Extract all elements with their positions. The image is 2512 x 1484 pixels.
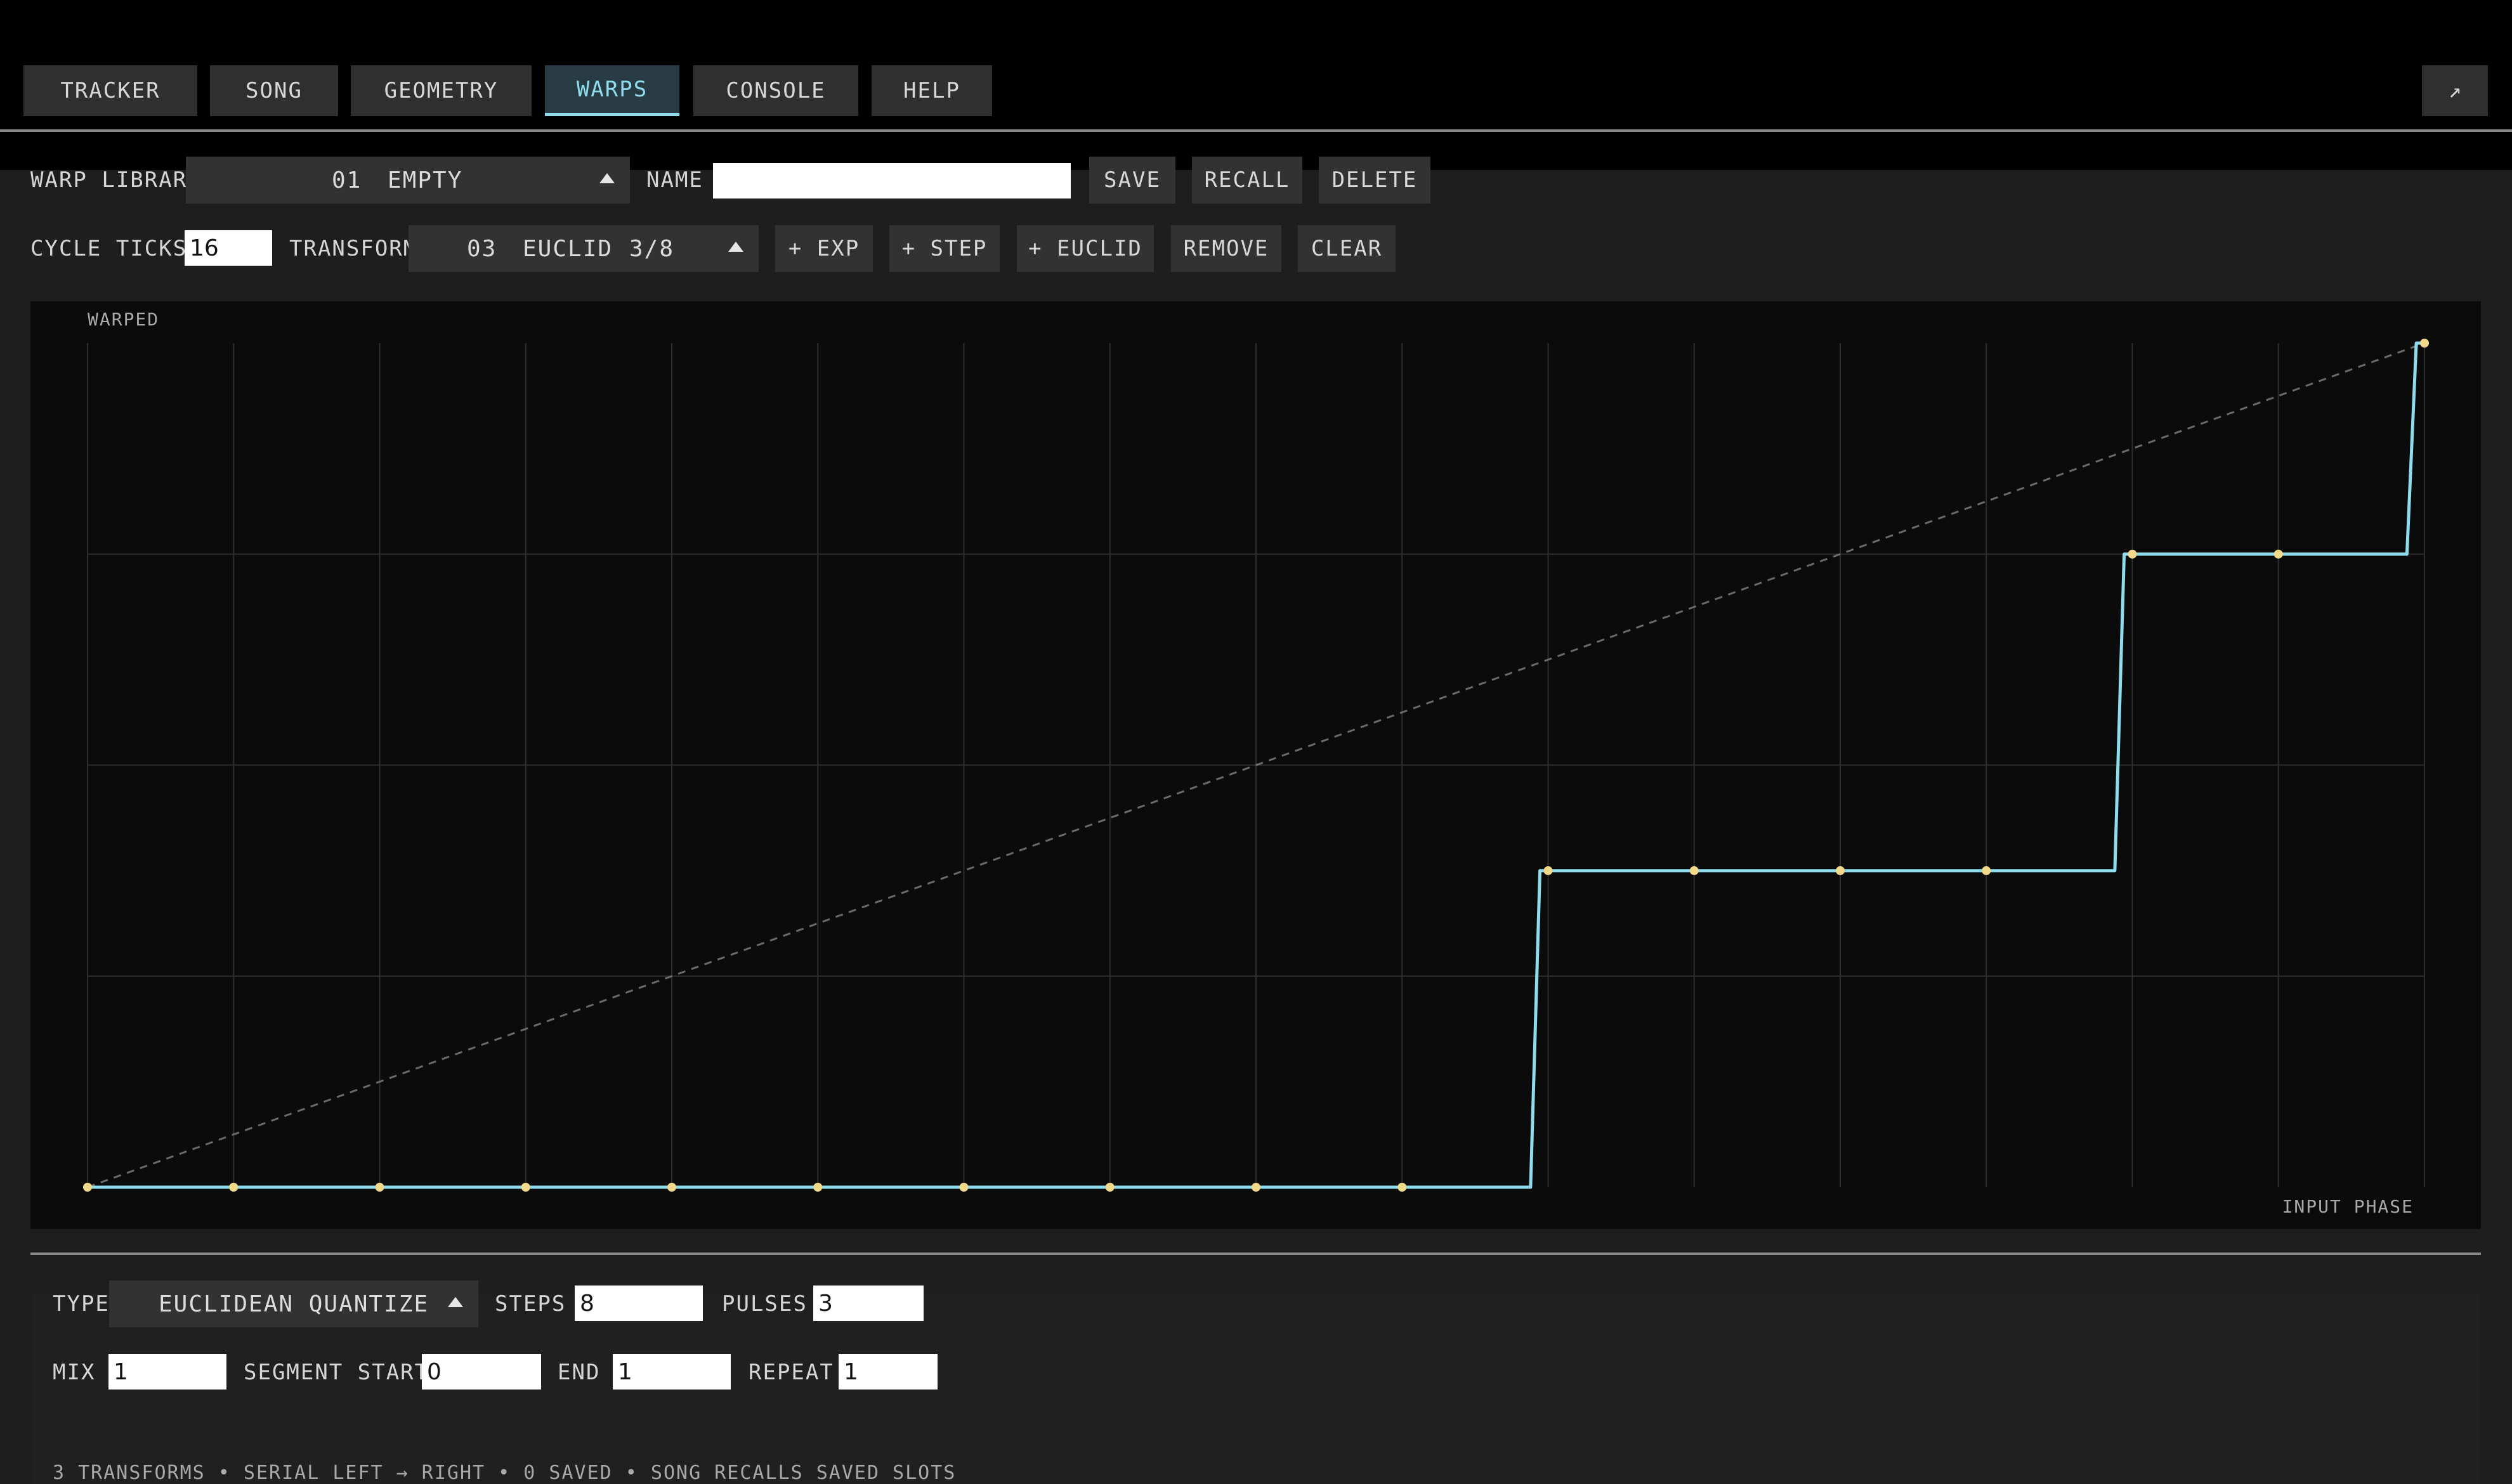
warp-point [1689,866,1699,875]
steps-label: STEPS [495,1291,566,1317]
tab-console[interactable]: CONSOLE [693,65,858,116]
section-divider [30,1253,2481,1255]
transform-select[interactable]: 03 EUCLID 3/8 [409,225,759,272]
segment-start-input[interactable]: 0 [422,1354,541,1390]
recall-button[interactable]: RECALL [1192,157,1302,204]
tab-geometry[interactable]: GEOMETRY [351,65,532,116]
warp-point [2420,339,2429,348]
warp-point [375,1183,384,1192]
y-axis-label: WARPED [88,309,160,330]
warp-point [521,1183,530,1192]
tab-song[interactable]: SONG [210,65,338,116]
warp-point [83,1183,92,1192]
end-label: END [558,1360,601,1385]
transform-label: TRANSFORM [289,236,418,261]
add-step-button[interactable]: + STEP [889,225,1000,272]
add-exp-button[interactable]: + EXP [775,225,873,272]
nav-divider [0,129,2512,132]
x-axis-label: INPUT PHASE [2282,1196,2414,1217]
library-slot-name: EMPTY [388,167,463,193]
caret-up-icon [448,1297,463,1307]
warp-library-select[interactable]: 01 EMPTY [186,157,630,204]
warp-point [1982,866,1991,875]
warp-point [1397,1183,1407,1192]
transform-slot-ratio: 3/8 [629,235,675,262]
warp-point [1543,866,1553,875]
transform-slot-number: 03 [467,235,497,262]
caret-up-icon [599,173,615,183]
delete-button[interactable]: DELETE [1319,157,1430,204]
tab-warps[interactable]: WARPS [545,65,679,116]
remove-button[interactable]: REMOVE [1171,225,1281,272]
repeat-label: REPEAT [749,1360,834,1385]
cycle-ticks-input[interactable]: 16 [185,230,272,266]
mix-label: MIX [53,1360,96,1385]
repeat-input[interactable]: 1 [839,1354,938,1390]
type-select[interactable]: EUCLIDEAN QUANTIZE [109,1280,478,1327]
warp-library-label: WARP LIBRARY [30,167,202,193]
save-button[interactable]: SAVE [1089,157,1175,204]
steps-input[interactable]: 8 [575,1285,703,1321]
end-input[interactable]: 1 [613,1354,731,1390]
pulses-label: PULSES [722,1291,808,1317]
segment-start-label: SEGMENT START [244,1360,429,1385]
arrow-up-right-icon: ↗ [2448,78,2462,103]
mix-input[interactable]: 1 [108,1354,226,1390]
warp-point [1836,866,1845,875]
type-label: TYPE [53,1291,110,1317]
caret-up-icon [728,242,743,252]
top-nav: TRACKER SONG GEOMETRY WARPS CONSOLE HELP… [0,0,2512,132]
tab-tracker[interactable]: TRACKER [23,65,197,116]
warp-curve-chart[interactable] [30,301,2481,1229]
warp-point [813,1183,823,1192]
warp-point [1105,1183,1115,1192]
warp-point [959,1183,969,1192]
add-euclid-button[interactable]: + EUCLID [1017,225,1154,272]
warp-point [667,1183,676,1192]
type-value: EUCLIDEAN QUANTIZE [159,1291,429,1317]
warp-point [229,1183,239,1192]
warp-plot[interactable]: WARPED INPUT PHASE [30,301,2481,1229]
tab-help[interactable]: HELP [872,65,992,116]
name-label: NAME [646,167,703,193]
status-bar: 3 TRANSFORMS • SERIAL LEFT → RIGHT • 0 S… [53,1462,957,1484]
clear-button[interactable]: CLEAR [1298,225,1396,272]
cycle-ticks-label: CYCLE TICKS [30,236,188,261]
library-slot-number: 01 [332,167,362,193]
transform-slot-name: EUCLID [523,235,613,262]
warp-point [2128,549,2137,559]
expand-button[interactable]: ↗ [2422,65,2488,116]
pulses-input[interactable]: 3 [813,1285,924,1321]
warp-point [1252,1183,1260,1192]
warp-point [2273,549,2283,559]
name-field[interactable] [713,163,1071,199]
